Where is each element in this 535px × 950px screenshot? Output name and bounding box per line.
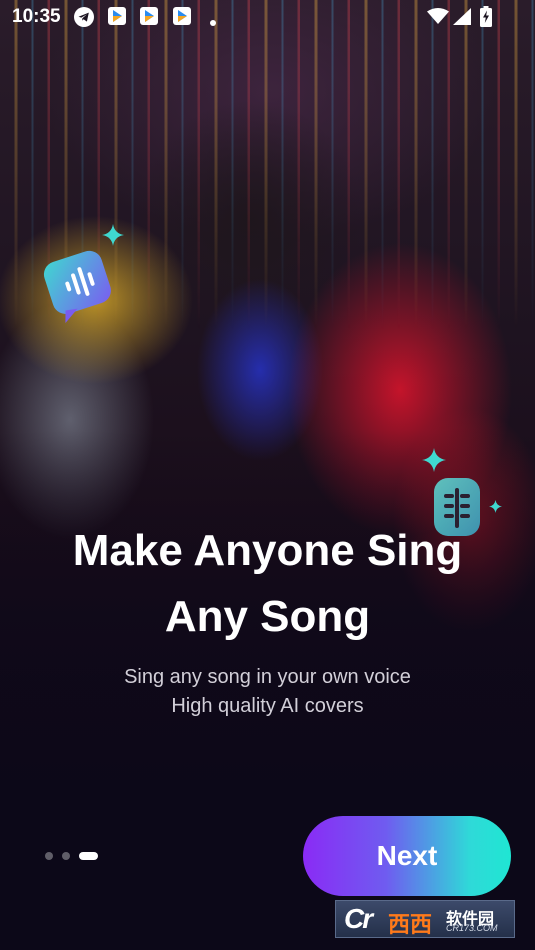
app-icon — [173, 7, 191, 25]
watermark-cr: Cr — [344, 903, 373, 934]
app-icon — [108, 7, 126, 25]
notification-dot-icon — [210, 13, 216, 31]
battery-charging-icon — [480, 6, 492, 32]
onboarding-headline: Make Anyone Sing Any Song — [20, 518, 515, 650]
signal-icon — [453, 8, 471, 30]
headline-line-1: Make Anyone Sing — [72, 526, 463, 575]
headline-line-2: Any Song — [164, 592, 371, 641]
subtitle-line-2: High quality AI covers — [171, 695, 364, 717]
wifi-icon — [427, 8, 449, 30]
status-bar: 10:35 — [0, 0, 535, 34]
watermark-logo: Cr 西西 软件园 CR173.COM — [335, 900, 515, 938]
telegram-icon — [74, 7, 94, 32]
page-dot-1 — [45, 852, 53, 860]
sparkle-icon — [102, 224, 124, 251]
watermark-brand: 西西 — [388, 912, 433, 937]
audio-wave-chat-icon — [40, 245, 118, 328]
page-dot-2 — [62, 852, 70, 860]
next-button[interactable]: Next — [303, 816, 511, 896]
sparkle-icon — [422, 448, 446, 477]
sparkle-icon — [489, 500, 502, 518]
page-dot-3-active — [79, 852, 98, 860]
onboarding-screen: 10:35 Make Anyone Sing Any Song Sing any… — [0, 0, 535, 950]
app-icon — [140, 7, 158, 25]
watermark-domain: CR173.COM — [446, 923, 498, 933]
onboarding-subtitle: Sing any song in your own voice High qua… — [20, 663, 515, 721]
subtitle-line-1: Sing any song in your own voice — [124, 666, 411, 688]
status-time: 10:35 — [12, 6, 61, 27]
